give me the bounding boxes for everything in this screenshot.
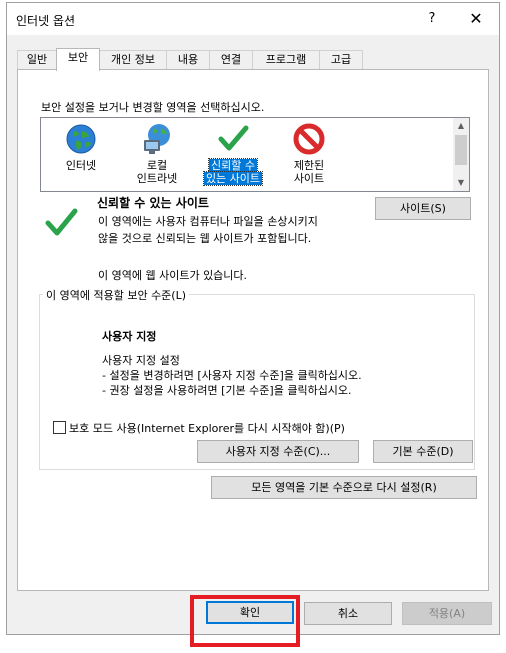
security-level-title: 사용자 지정 bbox=[102, 330, 157, 343]
tab-general[interactable]: 일반 bbox=[17, 50, 57, 70]
apply-button[interactable]: 적용(A) bbox=[402, 602, 492, 625]
dialog-title: 인터넷 옵션 bbox=[16, 14, 76, 28]
checkmark-icon bbox=[218, 125, 249, 151]
cancel-button[interactable]: 취소 bbox=[304, 602, 392, 625]
ok-button[interactable]: 확인 bbox=[206, 601, 294, 624]
level-description-line: - 권장 설정을 사용하려면 [기본 수준]을 클릭하십시오. bbox=[102, 384, 352, 397]
zone-local-intranet[interactable]: 로컬 인트라넷 bbox=[121, 122, 193, 185]
internet-options-dialog: 인터넷 옵션 ? ✕ 일반 보안 개인 정보 내용 연결 프로그램 고급 보안 … bbox=[6, 2, 500, 635]
level-description-line: 사용자 지정 설정 bbox=[102, 354, 180, 367]
trusted-checkmark-icon bbox=[45, 208, 78, 236]
zone-trusted-sites[interactable]: 신뢰할 수 있는 사이트 bbox=[197, 122, 269, 186]
title-bar: 인터넷 옵션 ? ✕ bbox=[7, 3, 499, 35]
protected-mode-label[interactable]: 보호 모드 사용(Internet Explorer를 다시 시작해야 함)(P… bbox=[69, 420, 345, 436]
protected-mode-checkbox[interactable] bbox=[53, 421, 66, 434]
zone-list-scrollbar[interactable]: ▲ ▼ bbox=[453, 118, 469, 191]
help-button[interactable]: ? bbox=[421, 7, 443, 31]
custom-level-button[interactable]: 사용자 지정 수준(C)... bbox=[197, 440, 359, 463]
intranet-icon bbox=[144, 124, 170, 154]
zone-label-line2: 있는 사이트 bbox=[202, 171, 264, 186]
scroll-up-arrow-icon[interactable]: ▲ bbox=[453, 118, 469, 134]
zone-description-line: 않을 것으로 신뢰되는 웹 사이트가 포함됩니다. bbox=[98, 232, 312, 245]
tab-security[interactable]: 보안 bbox=[56, 48, 100, 71]
zone-internet[interactable]: 인터넷 bbox=[45, 122, 117, 172]
tab-advanced[interactable]: 고급 bbox=[319, 50, 363, 70]
tab-connections[interactable]: 연결 bbox=[209, 50, 253, 70]
security-level-group-label: 이 영역에 적용할 보안 수준(L) bbox=[43, 287, 190, 303]
zone-label-line1: 인터넷 bbox=[65, 159, 97, 172]
default-level-button[interactable]: 기본 수준(D) bbox=[373, 440, 473, 463]
zone-description-line: 이 영역에는 사용자 컴퓨터나 파일을 손상시키지 bbox=[98, 215, 318, 228]
zone-label-line2: 인트라넷 bbox=[136, 172, 178, 185]
zone-label-line2: 사이트 bbox=[293, 172, 325, 185]
sites-button[interactable]: 사이트(S) bbox=[375, 197, 471, 220]
level-description-line: - 설정을 변경하려면 [사용자 지정 수준]을 클릭하십시오. bbox=[102, 369, 362, 382]
zone-instruction: 보안 설정을 보거나 변경할 영역을 선택하십시오. bbox=[41, 101, 265, 114]
selected-zone-title: 신뢰할 수 있는 사이트 bbox=[97, 196, 209, 210]
restricted-icon bbox=[293, 123, 325, 155]
tab-programs[interactable]: 프로그램 bbox=[252, 50, 320, 70]
globe-icon bbox=[66, 124, 96, 154]
selected-zone-description: 이 영역에는 사용자 컴퓨터나 파일을 손상시키지 않을 것으로 신뢰되는 웹 … bbox=[98, 213, 383, 247]
tab-privacy[interactable]: 개인 정보 bbox=[99, 50, 167, 70]
tab-strip: 일반 보안 개인 정보 내용 연결 프로그램 고급 bbox=[17, 48, 397, 71]
zone-sites-note: 이 영역에 웹 사이트가 있습니다. bbox=[98, 269, 248, 282]
tab-content[interactable]: 내용 bbox=[166, 50, 210, 70]
zone-list: 인터넷 로컬 인트라넷 신뢰할 수 있는 사이트 제한된 사이트 ▲ ▼ bbox=[40, 117, 470, 192]
zone-label-line1: 신뢰할 수 bbox=[208, 158, 258, 173]
security-level-description: 사용자 지정 설정 - 설정을 변경하려면 [사용자 지정 수준]을 클릭하십시… bbox=[102, 353, 362, 398]
security-tab-panel: 보안 설정을 보거나 변경할 영역을 선택하십시오. 인터넷 로컬 인트라넷 신… bbox=[17, 69, 489, 591]
reset-all-zones-button[interactable]: 모든 영역을 기본 수준으로 다시 설정(R) bbox=[211, 476, 477, 499]
zone-label-line1: 로컬 bbox=[146, 159, 168, 172]
zone-restricted-sites[interactable]: 제한된 사이트 bbox=[273, 122, 345, 185]
zone-label-line1: 제한된 bbox=[293, 159, 325, 172]
scroll-thumb[interactable] bbox=[455, 135, 467, 165]
close-button[interactable]: ✕ bbox=[463, 7, 489, 31]
scroll-down-arrow-icon[interactable]: ▼ bbox=[453, 175, 469, 191]
